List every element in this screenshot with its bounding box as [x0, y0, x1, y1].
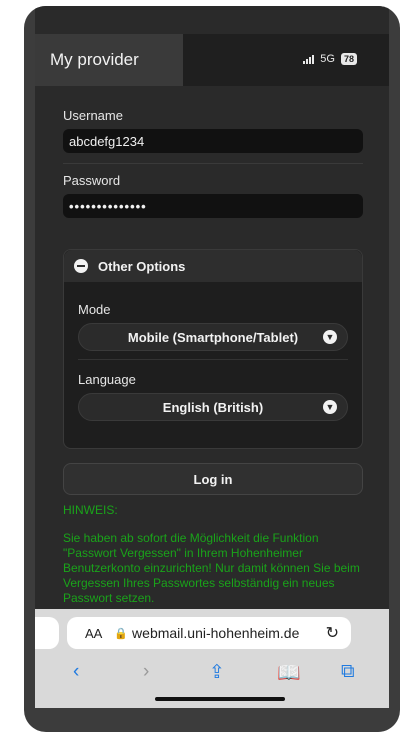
hint-title: HINWEIS:: [63, 503, 118, 517]
reader-aa-button[interactable]: AA: [85, 626, 102, 641]
back-icon[interactable]: ‹: [73, 661, 79, 683]
forward-icon[interactable]: ›: [143, 661, 149, 683]
page-title: My provider: [50, 50, 139, 69]
network-label: 5G: [320, 53, 335, 65]
address-bar[interactable]: AA 🔒 webmail.uni-hohenheim.de ↻: [67, 617, 351, 649]
browser-toolbar: ‹ › ⇪ 📖 ⧉: [35, 661, 389, 685]
hint-text: Sie haben ab sofort die Möglichkeit die …: [63, 531, 360, 605]
login-button[interactable]: Log in: [63, 463, 363, 495]
password-input[interactable]: ••••••••••••••: [63, 194, 363, 218]
language-label: Language: [78, 372, 136, 387]
provider-tab[interactable]: My provider: [35, 34, 183, 86]
status-bar: 5G 78: [303, 53, 357, 65]
minus-circle-icon: [74, 259, 88, 273]
lock-icon: 🔒: [114, 627, 129, 640]
username-input[interactable]: abcdefg1234: [63, 129, 363, 153]
chevron-down-icon: ▼: [323, 400, 337, 414]
other-options-toggle[interactable]: Other Options: [64, 250, 362, 282]
share-icon[interactable]: ⇪: [209, 661, 225, 684]
chevron-down-icon: ▼: [323, 330, 337, 344]
password-label: Password: [63, 173, 121, 188]
screen: My provider 5G 78 Username abcdefg1234 P…: [35, 6, 389, 708]
other-options-label: Other Options: [98, 258, 186, 274]
language-value: English (British): [162, 399, 264, 415]
reload-icon[interactable]: ↻: [326, 623, 339, 643]
divider: [63, 163, 363, 164]
browser-bottom-bar: AA 🔒 webmail.uni-hohenheim.de ↻ ‹ › ⇪ 📖 …: [35, 609, 389, 708]
home-indicator: [155, 697, 285, 701]
mode-select[interactable]: Mobile (Smartphone/Tablet) ▼: [78, 323, 348, 351]
top-bar: My provider 5G 78: [35, 34, 389, 86]
other-options-panel: Other Options Mode Mobile (Smartphone/Ta…: [63, 249, 363, 449]
battery-icon: 78: [340, 53, 357, 65]
login-form: Username abcdefg1234 Password ••••••••••…: [63, 86, 363, 218]
tabs-icon[interactable]: ⧉: [341, 661, 355, 683]
phone-frame: My provider 5G 78 Username abcdefg1234 P…: [24, 6, 400, 732]
bookmarks-icon[interactable]: 📖: [277, 661, 301, 685]
signal-icon: [303, 54, 315, 64]
options-divider: [78, 359, 348, 360]
language-select[interactable]: English (British) ▼: [78, 393, 348, 421]
previous-tab-edge[interactable]: [35, 617, 59, 649]
username-label: Username: [63, 108, 123, 123]
mode-value: Mobile (Smartphone/Tablet): [127, 329, 299, 345]
url-text: webmail.uni-hohenheim.de: [132, 625, 300, 641]
mode-label: Mode: [78, 302, 111, 317]
